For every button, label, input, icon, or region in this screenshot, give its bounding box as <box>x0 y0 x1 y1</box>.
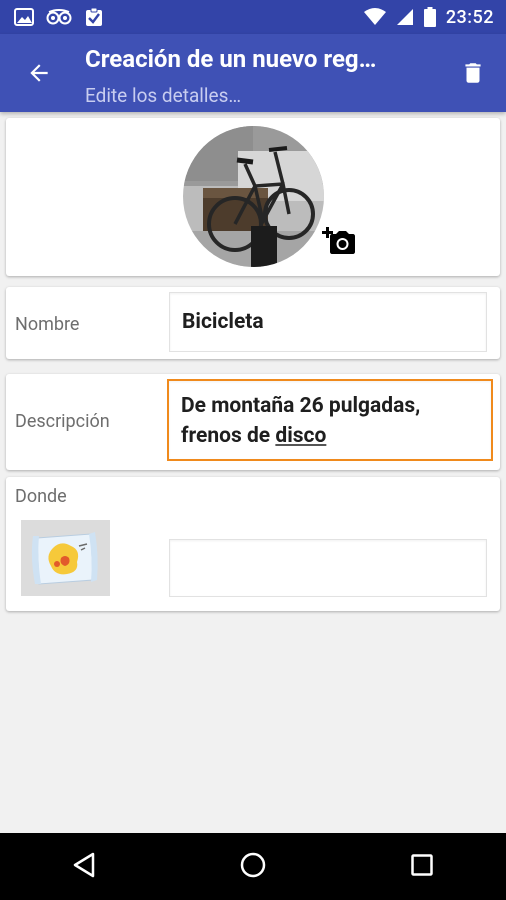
where-field[interactable] <box>169 539 487 597</box>
add-photo-icon <box>322 227 356 259</box>
photo-card <box>6 118 500 276</box>
clock: 23:52 <box>445 6 494 28</box>
app-bar: Creación de un nuevo reg… Edite los deta… <box>0 34 506 112</box>
description-card: Descripción De montaña 26 pulgadas, fren… <box>6 374 500 470</box>
map-button[interactable] <box>21 520 110 596</box>
battery-icon <box>423 7 436 27</box>
nav-home-button[interactable] <box>223 837 283 897</box>
delete-button[interactable] <box>456 58 490 92</box>
name-card: Nombre Bicicleta <box>6 287 500 359</box>
name-field[interactable]: Bicicleta <box>169 292 487 352</box>
page-subtitle: Edite los detalles… <box>85 84 242 107</box>
signal-icon <box>396 8 414 26</box>
item-photo[interactable] <box>183 126 324 267</box>
description-field[interactable]: De montaña 26 pulgadas, frenos de disco <box>167 379 493 461</box>
clipboard-check-icon <box>84 7 104 27</box>
nav-recents-icon <box>410 853 433 880</box>
arrow-back-icon <box>26 60 52 90</box>
nav-home-icon <box>240 852 266 882</box>
delete-icon <box>460 59 486 91</box>
wifi-icon <box>363 8 386 26</box>
image-icon <box>14 8 34 26</box>
nav-recents-button[interactable] <box>392 837 452 897</box>
description-value-underlined: disco <box>275 424 327 448</box>
back-button[interactable] <box>22 58 56 92</box>
navigation-bar <box>0 833 506 900</box>
where-label: Donde <box>15 486 67 507</box>
name-label: Nombre <box>15 314 80 335</box>
description-label: Descripción <box>15 411 110 432</box>
status-bar: 23:52 <box>0 0 506 34</box>
nav-back-icon <box>72 852 96 882</box>
where-card: Donde <box>6 477 500 611</box>
nav-back-button[interactable] <box>54 837 114 897</box>
map-icon <box>21 520 110 600</box>
tripadvisor-icon <box>46 9 72 25</box>
page-title: Creación de un nuevo reg… <box>85 45 377 73</box>
add-photo-button[interactable] <box>322 225 356 255</box>
